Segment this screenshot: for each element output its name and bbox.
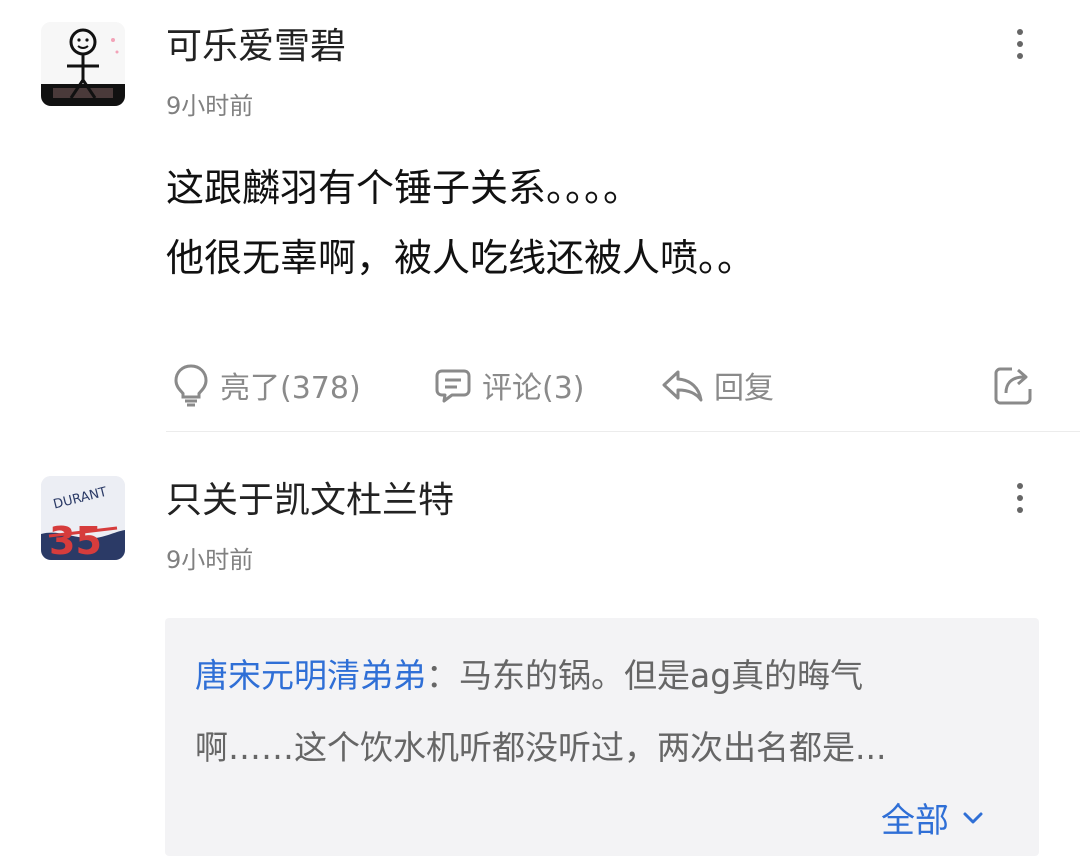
jersey-avatar-image: DURANT 35 bbox=[41, 476, 125, 560]
share-button[interactable] bbox=[992, 358, 1036, 412]
comment-content-line: 这跟麟羽有个锤子关系。。。。 bbox=[166, 166, 642, 210]
reply-content-line: 啊……这个饮水机听都没听过，两次出名都是... bbox=[195, 728, 887, 767]
share-icon bbox=[994, 367, 1032, 405]
like-count-label: 亮了(378) bbox=[220, 371, 361, 406]
comment-button[interactable]: 评论(3) bbox=[434, 358, 585, 412]
more-vertical-icon bbox=[1017, 41, 1023, 47]
reply-separator: ： bbox=[426, 656, 459, 695]
more-vertical-icon bbox=[1017, 507, 1023, 513]
comment-content-line: 他很无辜啊，被人吃线还被人喷。。 bbox=[166, 236, 756, 280]
reply-preview[interactable]: 唐宋元明清弟弟：马东的锅。但是ag真的晦气 啊……这个饮水机听都没听过，两次出名… bbox=[165, 618, 1039, 856]
comment-count-label: 评论(3) bbox=[482, 371, 585, 406]
avatar[interactable]: DURANT 35 bbox=[41, 476, 125, 560]
more-options-button[interactable] bbox=[1002, 478, 1038, 518]
expand-all-button[interactable]: 全部 bbox=[881, 793, 985, 842]
reply-button[interactable]: 回复 bbox=[660, 358, 774, 412]
reply-preview-text: 唐宋元明清弟弟：马东的锅。但是ag真的晦气 啊……这个饮水机听都没听过，两次出名… bbox=[195, 640, 995, 784]
like-button[interactable]: 亮了(378) bbox=[172, 358, 361, 412]
reply-author-link[interactable]: 唐宋元明清弟弟 bbox=[195, 656, 426, 695]
more-options-button[interactable] bbox=[1002, 24, 1038, 64]
username[interactable]: 只关于凯文杜兰特 bbox=[166, 478, 454, 524]
lightbulb-icon bbox=[174, 364, 208, 407]
expand-all-label: 全部 bbox=[881, 801, 949, 841]
comment-time: 9小时前 bbox=[166, 546, 254, 574]
more-vertical-icon bbox=[1017, 53, 1023, 59]
comment-divider bbox=[166, 431, 1080, 432]
more-vertical-icon bbox=[1017, 29, 1023, 35]
comment-time: 9小时前 bbox=[166, 92, 254, 120]
reply-content-line: 马东的锅。但是ag真的晦气 bbox=[459, 656, 864, 695]
comment-content: 这跟麟羽有个锤子关系。。。。 他很无辜啊，被人吃线还被人喷。。 bbox=[166, 153, 1026, 293]
comment-actions: 亮了(378) 评论(3) 回复 bbox=[166, 358, 1046, 412]
stick-figure-avatar-image bbox=[41, 22, 125, 106]
avatar[interactable] bbox=[41, 22, 125, 106]
reply-arrow-icon bbox=[662, 370, 703, 402]
more-vertical-icon bbox=[1017, 495, 1023, 501]
username[interactable]: 可乐爱雪碧 bbox=[166, 24, 346, 70]
jersey-number: 35 bbox=[49, 519, 102, 560]
more-vertical-icon bbox=[1017, 483, 1023, 489]
comment-bubble-icon bbox=[435, 369, 471, 403]
reply-label: 回复 bbox=[714, 371, 774, 406]
chevron-down-icon bbox=[963, 812, 983, 823]
